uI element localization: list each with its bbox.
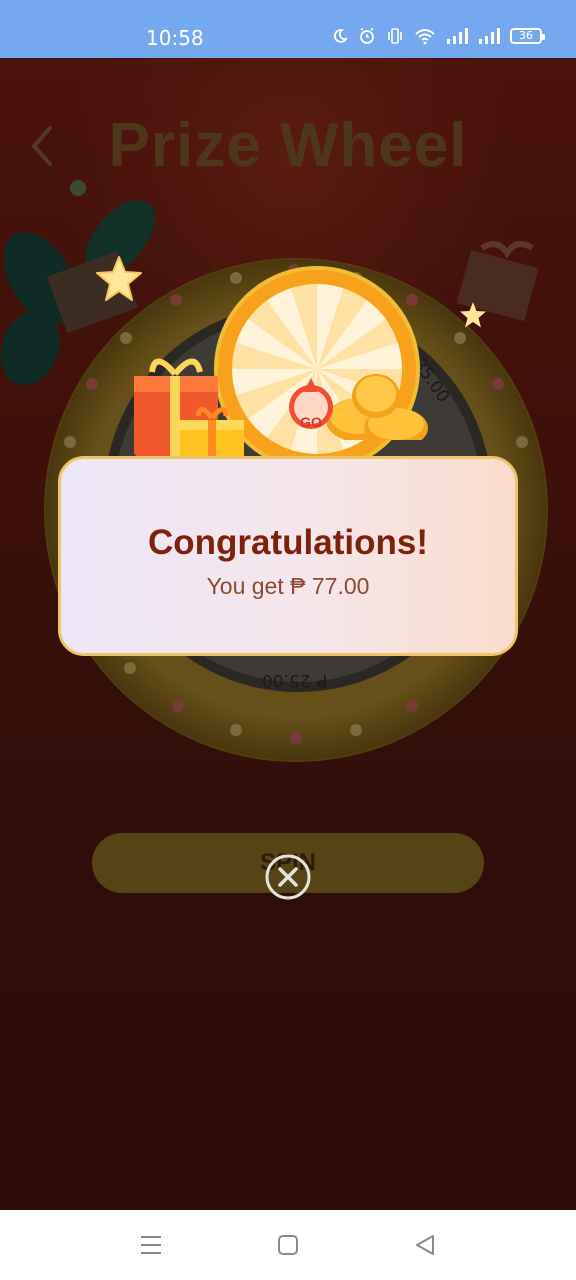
menu-icon[interactable] — [140, 1234, 162, 1256]
rim-light — [64, 436, 76, 448]
rim-light — [290, 732, 302, 744]
rim-light — [350, 724, 362, 736]
back-triangle-icon[interactable] — [414, 1234, 436, 1256]
battery-icon: 36 — [510, 28, 545, 44]
rim-light — [516, 436, 528, 448]
wifi-icon — [415, 29, 435, 45]
moon-icon — [333, 29, 348, 43]
congratulations-dialog: Congratulations! You get ₱ 77.00 — [58, 456, 518, 656]
signal-icon — [479, 28, 500, 44]
vibrate-icon — [388, 28, 402, 44]
rim-light — [86, 378, 98, 390]
dialog-title: Congratulations! — [148, 523, 428, 562]
rim-light — [492, 378, 504, 390]
rim-light — [230, 272, 242, 284]
alarm-icon — [360, 27, 374, 44]
rim-light — [406, 700, 418, 712]
wheel-prize-label: ₱ 25.00 — [262, 670, 327, 690]
rim-light — [170, 294, 182, 306]
system-nav-bar — [0, 1210, 576, 1280]
status-bar: 10:58 36 — [0, 0, 576, 58]
signal-icon — [447, 28, 468, 44]
rim-light — [120, 332, 132, 344]
close-icon[interactable] — [264, 853, 312, 901]
go-label: GO — [300, 414, 322, 430]
rim-light — [454, 332, 466, 344]
rim-light — [406, 294, 418, 306]
dialog-message: You get ₱ 77.00 — [206, 573, 370, 599]
rim-light — [124, 662, 136, 674]
status-time: 10:58 — [146, 26, 204, 50]
rim-light — [230, 724, 242, 736]
home-square-icon[interactable] — [277, 1234, 299, 1256]
page-title: Prize Wheel — [108, 111, 468, 180]
star-icon — [460, 302, 486, 328]
status-icons: 36 — [332, 27, 545, 45]
gift-boxes-icon — [134, 358, 244, 460]
star-icon — [96, 256, 142, 301]
rim-light — [172, 700, 184, 712]
